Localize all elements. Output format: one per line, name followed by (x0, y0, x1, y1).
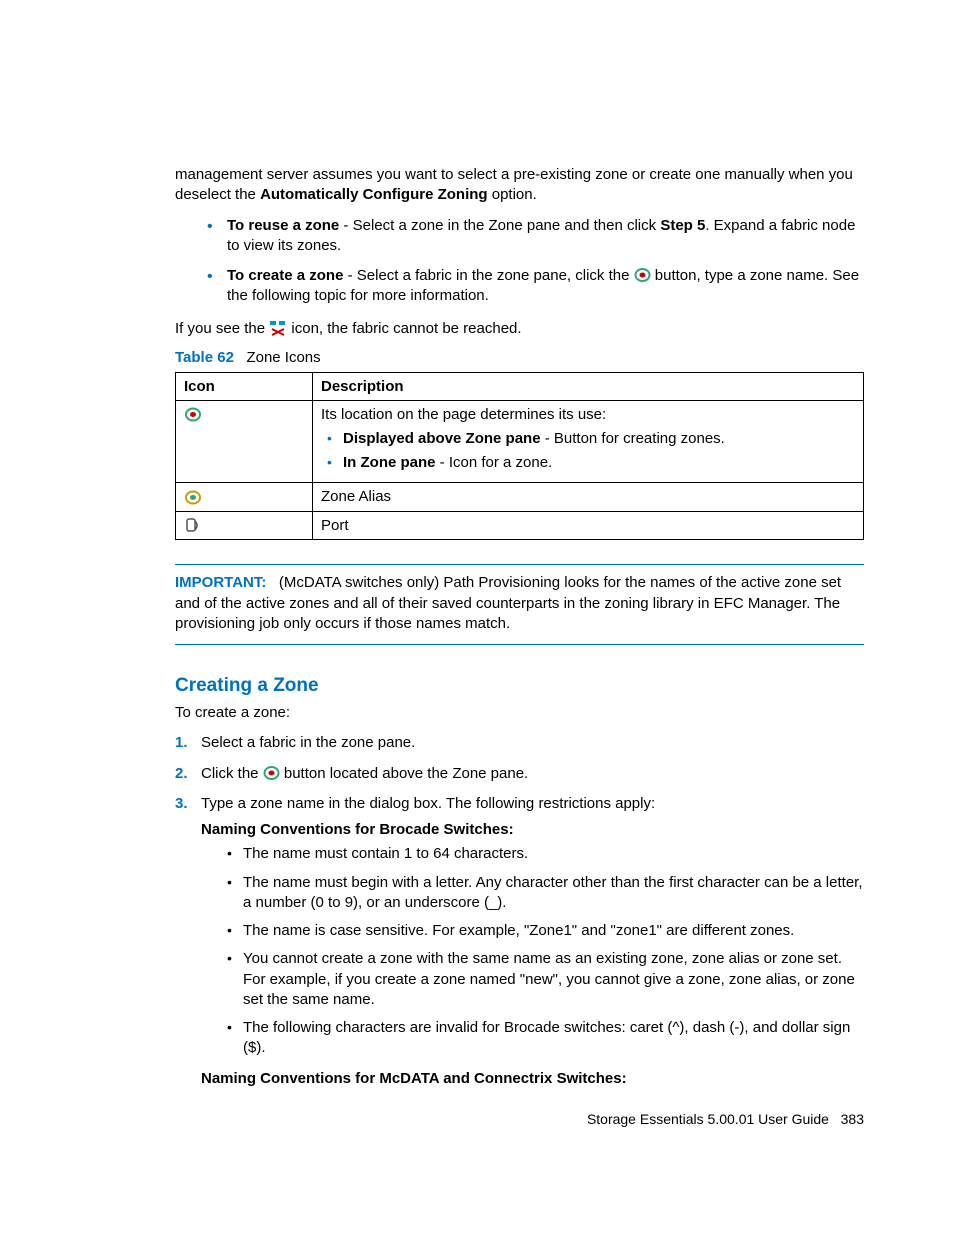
list-item: The name is case sensitive. For example,… (223, 921, 864, 941)
divider (175, 564, 864, 565)
list-item: The name must begin with a letter. Any c… (223, 873, 864, 914)
mcdata-heading: Naming Conventions for McDATA and Connec… (201, 1069, 864, 1089)
list-item: The name must contain 1 to 64 characters… (223, 844, 864, 864)
list-item: The following characters are invalid for… (223, 1018, 864, 1059)
steps-list: Select a fabric in the zone pane. Click … (175, 733, 864, 1089)
table-header-row: Icon Description (176, 372, 864, 400)
autoconfig-label: Automatically Configure Zoning (260, 186, 488, 203)
brocade-rules: The name must contain 1 to 64 characters… (223, 844, 864, 1058)
table-row: Its location on the page determines its … (176, 400, 864, 483)
text: If you see the (175, 320, 269, 337)
zone-icon (184, 406, 202, 423)
important-label: IMPORTANT: (175, 574, 266, 591)
step5-label: Step 5 (660, 217, 705, 234)
divider (175, 644, 864, 645)
text: : (622, 1070, 627, 1087)
text: - Button for creating zones. (541, 430, 725, 447)
page-footer: Storage Essentials 5.00.01 User Guide 38… (587, 1111, 864, 1127)
intro-paragraph: management server assumes you want to se… (175, 165, 864, 206)
text: - Icon for a zone. (436, 454, 553, 471)
text: - Select a fabric in the zone pane, clic… (343, 267, 633, 284)
desc-cell: Port (313, 511, 864, 540)
section-heading: Creating a Zone (175, 675, 864, 697)
icon-cell (176, 483, 313, 512)
step-item: Click the button located above the Zone … (175, 764, 864, 784)
zone-icons-table: Icon Description Its location on the pag… (175, 372, 864, 541)
text: button located above the Zone pane. (280, 765, 529, 782)
section-intro: To create a zone: (175, 703, 864, 723)
text: Naming Conventions for Brocade Switches (201, 821, 509, 838)
col-description: Description (313, 372, 864, 400)
text: Displayed above Zone pane (343, 430, 541, 447)
fabric-unreachable-icon (269, 320, 287, 337)
text: (McDATA switches only) Path Provisioning… (175, 574, 841, 632)
text: Naming Conventions for McDATA and Connec… (201, 1070, 622, 1087)
list-item: To reuse a zone - Select a zone in the Z… (199, 216, 864, 257)
text: icon, the fabric cannot be reached. (287, 320, 521, 337)
list-item: In Zone pane - Icon for a zone. (321, 453, 855, 473)
icon-cell (176, 511, 313, 540)
step-item: Select a fabric in the zone pane. (175, 733, 864, 753)
desc-cell: Zone Alias (313, 483, 864, 512)
desc-bullets: Displayed above Zone pane - Button for c… (321, 429, 855, 474)
icon-cell (176, 400, 313, 483)
create-label: To create a zone (227, 267, 343, 284)
col-icon: Icon (176, 372, 313, 400)
list-item: Displayed above Zone pane - Button for c… (321, 429, 855, 449)
page-number: 383 (841, 1111, 864, 1127)
text: option. (488, 186, 537, 203)
important-note: IMPORTANT: (McDATA switches only) Path P… (175, 573, 864, 634)
port-icon (184, 517, 202, 534)
zone-options-list: To reuse a zone - Select a zone in the Z… (175, 216, 864, 307)
text: - Select a zone in the Zone pane and the… (339, 217, 660, 234)
zone-create-icon (263, 765, 280, 782)
document-page: management server assumes you want to se… (0, 0, 954, 1235)
zone-create-icon (634, 267, 651, 284)
table-caption: Table 62 Zone Icons (175, 349, 864, 366)
list-item: To create a zone - Select a fabric in th… (199, 266, 864, 307)
table-number: Table 62 (175, 349, 234, 366)
step-item: Type a zone name in the dialog box. The … (175, 794, 864, 1089)
footer-text: Storage Essentials 5.00.01 User Guide (587, 1111, 829, 1127)
brocade-heading: Naming Conventions for Brocade Switches: (201, 820, 864, 840)
text: Click the (201, 765, 263, 782)
text: : (509, 821, 514, 838)
table-row: Port (176, 511, 864, 540)
table-row: Zone Alias (176, 483, 864, 512)
desc-cell: Its location on the page determines its … (313, 400, 864, 483)
unreachable-note: If you see the icon, the fabric cannot b… (175, 319, 864, 339)
text: Type a zone name in the dialog box. The … (201, 795, 655, 812)
text: Its location on the page determines its … (321, 406, 606, 423)
reuse-label: To reuse a zone (227, 217, 339, 234)
zone-alias-icon (184, 488, 202, 505)
text: In Zone pane (343, 454, 436, 471)
list-item: You cannot create a zone with the same n… (223, 949, 864, 1010)
table-title: Zone Icons (246, 349, 320, 366)
